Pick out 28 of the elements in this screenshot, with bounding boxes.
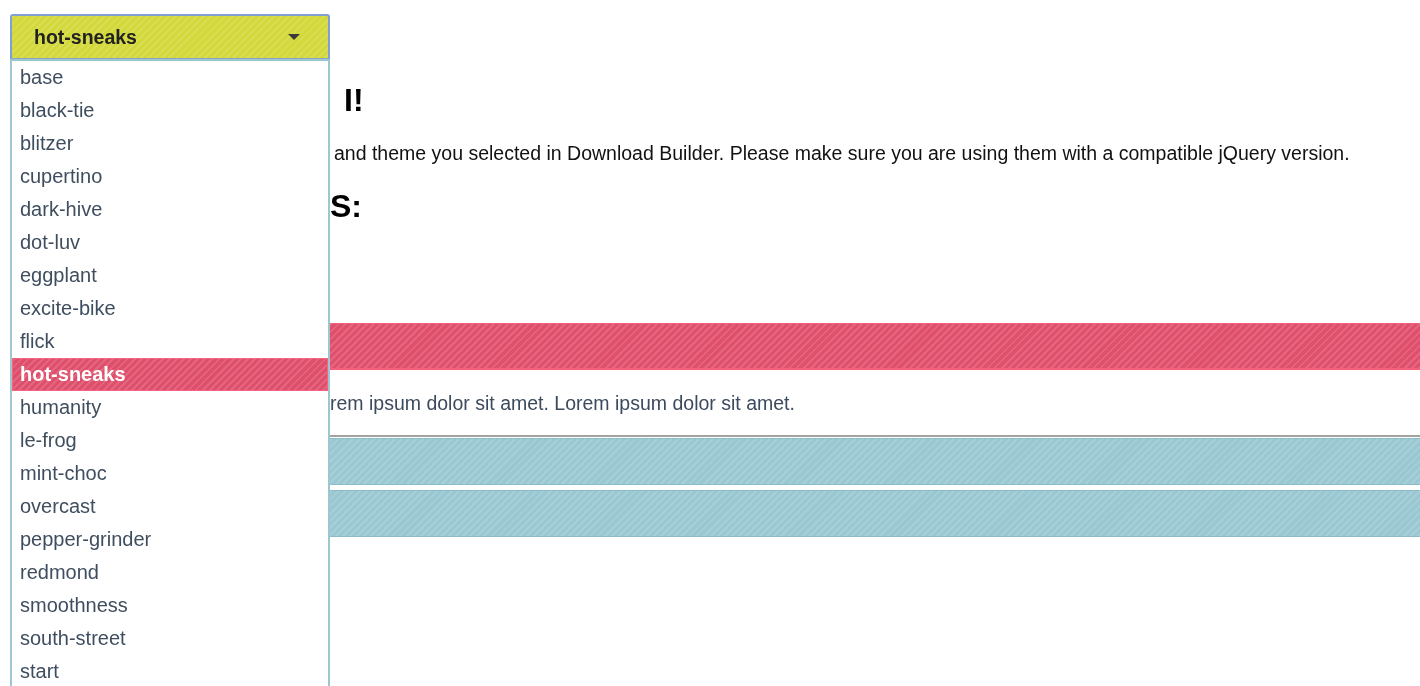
theme-option[interactable]: pepper-grinder (12, 523, 328, 556)
theme-option[interactable]: eggplant (12, 259, 328, 292)
theme-option[interactable]: humanity (12, 391, 328, 424)
theme-option[interactable]: base (12, 61, 328, 94)
section-heading: S: (330, 187, 363, 225)
accordion-header[interactable] (330, 323, 1420, 370)
intro-text: and theme you selected in Download Builder. Please make sure you are using them with a compatible jQuery version. (334, 141, 1351, 165)
theme-select[interactable]: hot-sneaks (10, 14, 330, 60)
theme-option[interactable]: south-street (12, 622, 328, 655)
page-heading: I! (344, 81, 365, 119)
theme-option[interactable]: le-frog (12, 424, 328, 457)
theme-option[interactable]: blitzer (12, 127, 328, 160)
caret-icon (288, 34, 300, 40)
theme-option[interactable]: dot-luv (12, 226, 328, 259)
theme-option[interactable]: black-tie (12, 94, 328, 127)
theme-option[interactable]: hot-sneaks (12, 358, 328, 391)
accordion-content-text: rem ipsum dolor sit amet. Lorem ipsum dolor sit amet. (330, 391, 796, 415)
theme-option[interactable]: dark-hive (12, 193, 328, 226)
theme-option[interactable]: smoothness (12, 589, 328, 622)
theme-option[interactable]: overcast (12, 490, 328, 523)
theme-option[interactable]: excite-bike (12, 292, 328, 325)
theme-option[interactable]: mint-choc (12, 457, 328, 490)
accordion-header[interactable] (330, 438, 1420, 485)
theme-option[interactable]: redmond (12, 556, 328, 589)
theme-option[interactable]: start (12, 655, 328, 686)
theme-option[interactable]: flick (12, 325, 328, 358)
accordion-header[interactable] (330, 490, 1420, 537)
theme-option[interactable]: cupertino (12, 160, 328, 193)
